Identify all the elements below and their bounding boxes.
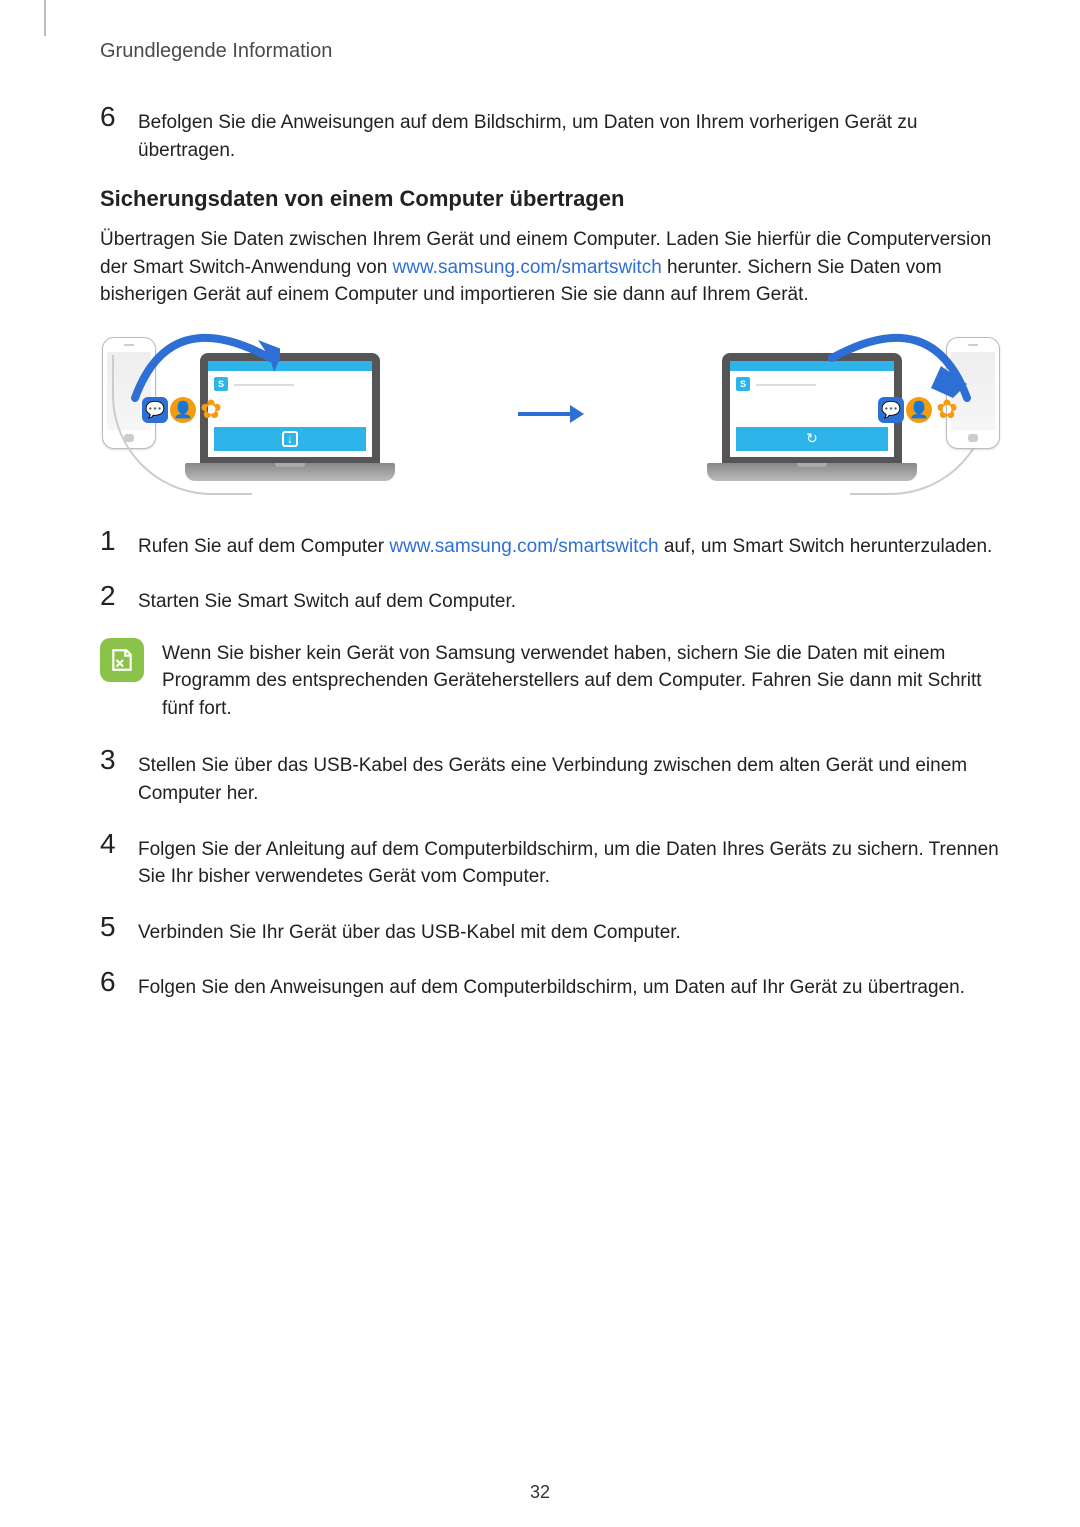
section-heading: Sicherungsdaten von einem Computer übert… xyxy=(100,186,1002,212)
step-text: Rufen Sie auf dem Computer www.samsung.c… xyxy=(138,527,992,561)
transfer-figure: S 💬 👤 ✿ xyxy=(100,329,1002,499)
step-item: 6 Folgen Sie den Anweisungen auf dem Com… xyxy=(100,968,1002,1002)
download-icon xyxy=(282,431,298,447)
step-text: Starten Sie Smart Switch auf dem Compute… xyxy=(138,582,516,616)
gallery-icon: ✿ xyxy=(198,397,224,423)
step-text: Folgen Sie den Anweisungen auf dem Compu… xyxy=(138,968,965,1002)
refresh-icon xyxy=(804,431,820,447)
step-text: Stellen Sie über das USB-Kabel des Gerät… xyxy=(138,746,1002,807)
step-item: 5 Verbinden Sie Ihr Gerät über das USB-K… xyxy=(100,913,1002,947)
data-badges: 💬 👤 ✿ xyxy=(878,397,960,423)
manual-page: Grundlegende Information 6 Befolgen Sie … xyxy=(0,0,1080,1527)
step-number: 6 xyxy=(100,968,122,996)
step-text: Befolgen Sie die Anweisungen auf dem Bil… xyxy=(138,103,1002,164)
page-number: 32 xyxy=(0,1482,1080,1503)
gallery-icon: ✿ xyxy=(934,397,960,423)
app-letter-icon: S xyxy=(736,377,750,391)
step-item: 4 Folgen Sie der Anleitung auf dem Compu… xyxy=(100,830,1002,891)
step-number: 4 xyxy=(100,830,122,858)
scene-phone-to-laptop: S 💬 👤 ✿ xyxy=(100,329,480,499)
contact-icon: 👤 xyxy=(906,397,932,423)
transfer-arrow-icon xyxy=(130,323,280,403)
note-text: Wenn Sie bisher kein Gerät von Samsung v… xyxy=(162,638,1002,723)
page-header: Grundlegende Information xyxy=(100,30,1002,103)
step-item: 2 Starten Sie Smart Switch auf dem Compu… xyxy=(100,582,1002,616)
contact-icon: 👤 xyxy=(170,397,196,423)
scene-laptop-to-phone: S 💬 👤 ✿ xyxy=(622,329,1002,499)
step-number: 1 xyxy=(100,527,122,555)
step-text: Folgen Sie der Anleitung auf dem Compute… xyxy=(138,830,1002,891)
note-icon xyxy=(100,638,144,682)
step-item: 6 Befolgen Sie die Anweisungen auf dem B… xyxy=(100,103,1002,164)
message-icon: 💬 xyxy=(878,397,904,423)
step-text: Verbinden Sie Ihr Gerät über das USB-Kab… xyxy=(138,913,681,947)
note-block: Wenn Sie bisher kein Gerät von Samsung v… xyxy=(100,638,1002,723)
page-tab-marker xyxy=(44,0,46,36)
step-link[interactable]: www.samsung.com/smartswitch xyxy=(389,536,658,557)
section-intro: Übertragen Sie Daten zwischen Ihrem Gerä… xyxy=(100,226,1002,309)
transfer-arrow-icon xyxy=(822,323,972,403)
intro-link[interactable]: www.samsung.com/smartswitch xyxy=(393,257,662,278)
step-item: 1 Rufen Sie auf dem Computer www.samsung… xyxy=(100,527,1002,561)
arrow-right-icon xyxy=(511,402,591,426)
step-number: 2 xyxy=(100,582,122,610)
step-number: 6 xyxy=(100,103,122,131)
step-number: 5 xyxy=(100,913,122,941)
step-item: 3 Stellen Sie über das USB-Kabel des Ger… xyxy=(100,746,1002,807)
data-badges: 💬 👤 ✿ xyxy=(142,397,224,423)
message-icon: 💬 xyxy=(142,397,168,423)
step-number: 3 xyxy=(100,746,122,774)
